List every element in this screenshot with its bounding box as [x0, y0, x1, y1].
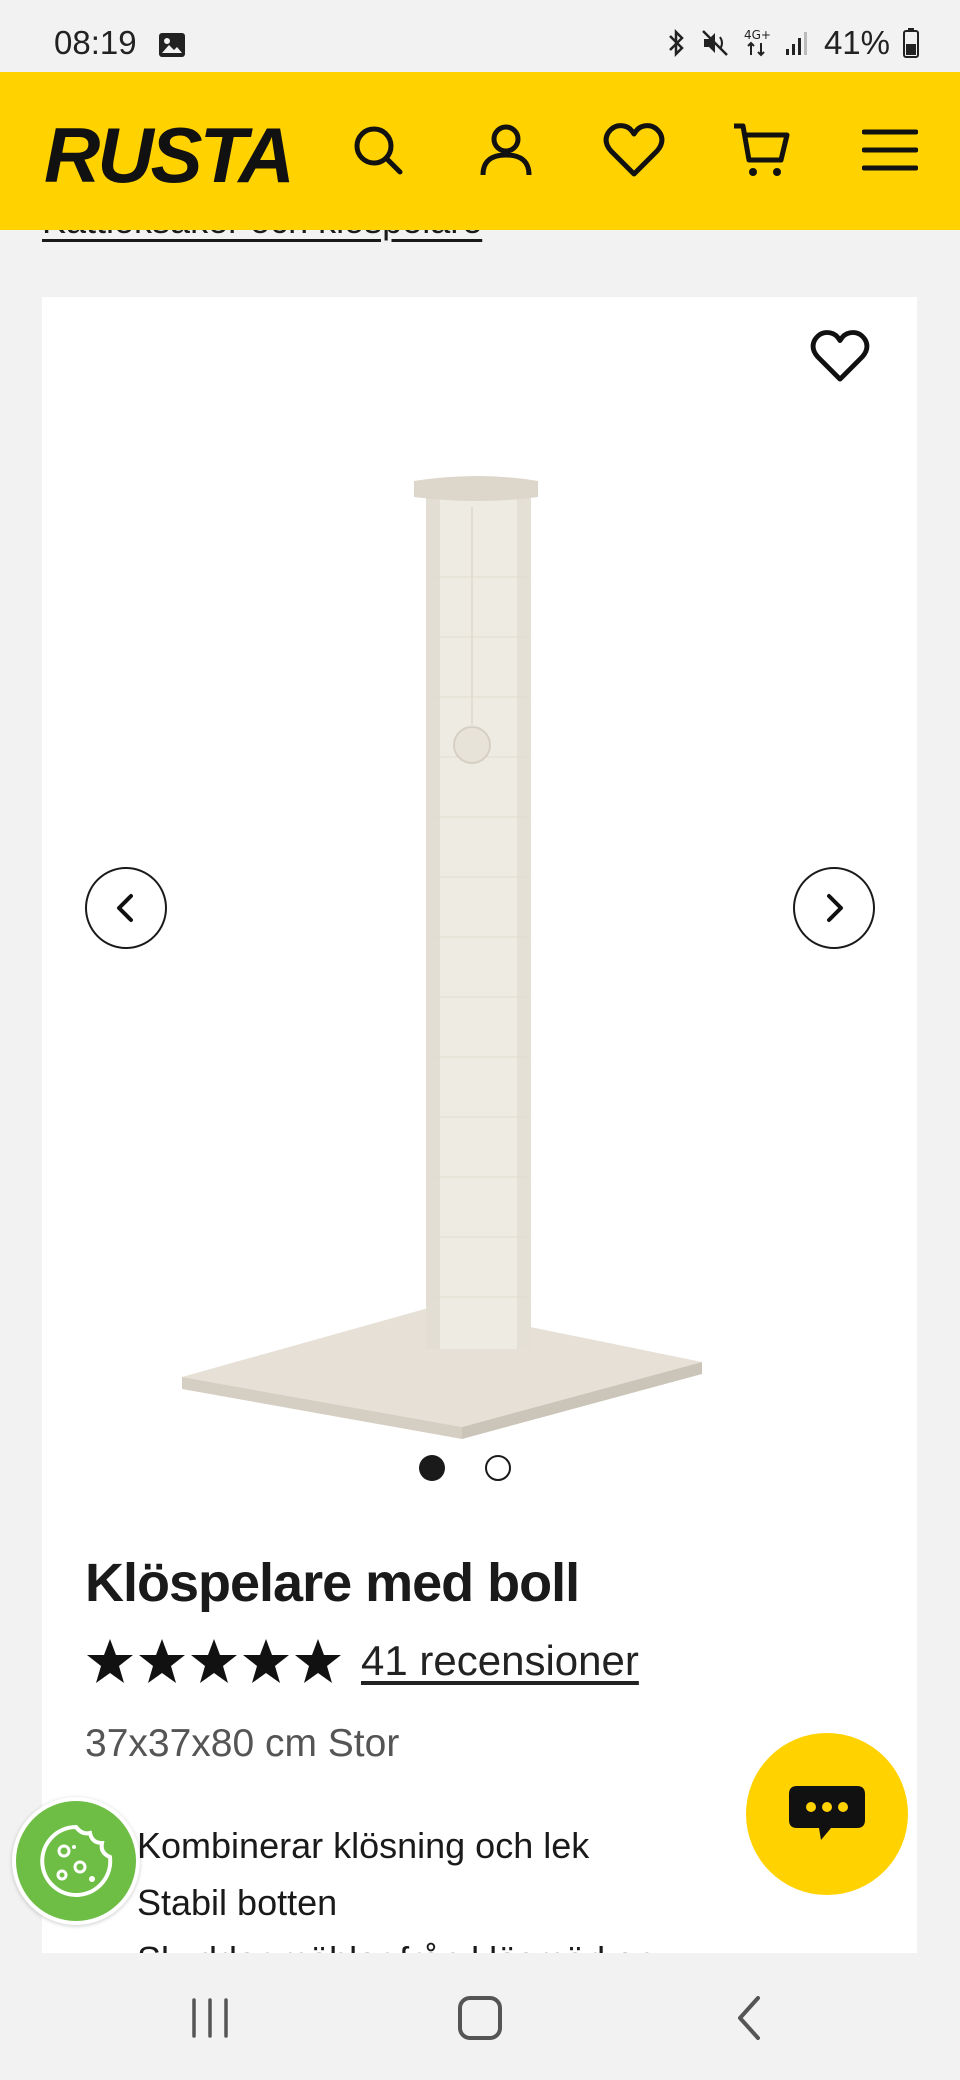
mute-icon — [702, 30, 728, 56]
cart-button[interactable] — [730, 118, 794, 182]
battery-percent: 41% — [823, 24, 890, 61]
reviews-link[interactable]: 41 recensioner — [361, 1637, 639, 1685]
site-header: RUSTA — [0, 72, 960, 230]
star-icon — [191, 1639, 237, 1683]
system-nav-bar — [0, 1953, 960, 2080]
feature-item: Kombinerar klösning och lek — [137, 1825, 590, 1866]
image-dot-2[interactable] — [484, 1455, 511, 1481]
cookie-settings-button[interactable] — [12, 1797, 140, 1925]
account-icon — [480, 124, 532, 176]
battery-icon — [903, 28, 919, 58]
home-button[interactable] — [445, 1983, 515, 2053]
rating-stars — [85, 1637, 343, 1685]
image-dot-1[interactable] — [418, 1455, 445, 1481]
chat-icon — [789, 1786, 865, 1840]
account-button[interactable] — [474, 118, 538, 182]
product-title: Klöspelare med boll — [85, 1553, 580, 1613]
status-icons: 4G+ 41% — [664, 24, 920, 62]
menu-button[interactable] — [858, 118, 922, 182]
bluetooth-icon — [669, 28, 684, 58]
search-icon — [354, 126, 403, 175]
chevron-right-icon — [827, 894, 843, 922]
status-time: 08:19 — [54, 24, 137, 61]
search-button[interactable] — [346, 118, 410, 182]
gallery-icon — [159, 33, 185, 57]
rusta-logo[interactable]: RUSTA — [42, 112, 317, 192]
svg-text:RUSTA: RUSTA — [44, 112, 292, 192]
menu-icon — [862, 129, 918, 171]
svg-text:4G+: 4G+ — [744, 28, 771, 42]
signal-icon — [785, 32, 807, 55]
star-icon — [87, 1639, 133, 1683]
home-icon — [458, 1996, 502, 2040]
chevron-left-icon — [117, 894, 133, 922]
feature-item: Stabil botten — [137, 1882, 338, 1923]
recent-apps-button[interactable] — [175, 1983, 245, 2053]
heart-icon — [603, 123, 665, 177]
status-bar: 08:19 4G+ 41% — [0, 0, 960, 72]
image-pagination — [42, 1455, 917, 1481]
heart-icon — [810, 330, 870, 382]
next-image-button[interactable] — [793, 867, 875, 949]
product-image[interactable] — [42, 377, 917, 1707]
wishlist-button[interactable] — [602, 118, 666, 182]
product-variant: 37x37x80 cm Stor — [85, 1722, 400, 1765]
star-icon — [139, 1639, 185, 1683]
recent-apps-icon — [192, 1998, 228, 2038]
chat-button[interactable] — [746, 1733, 908, 1895]
star-icon — [295, 1639, 341, 1683]
cookie-icon — [40, 1824, 113, 1897]
back-button[interactable] — [715, 1983, 785, 2053]
star-icon — [243, 1639, 289, 1683]
previous-image-button[interactable] — [85, 867, 167, 949]
back-icon — [738, 1996, 760, 2040]
4g-icon: 4G+ — [744, 28, 771, 57]
cart-icon — [734, 123, 790, 176]
product-rating: 41 recensioner — [85, 1637, 639, 1685]
product-card: Klöspelare med boll 41 recensioner 37x37… — [42, 297, 917, 1997]
